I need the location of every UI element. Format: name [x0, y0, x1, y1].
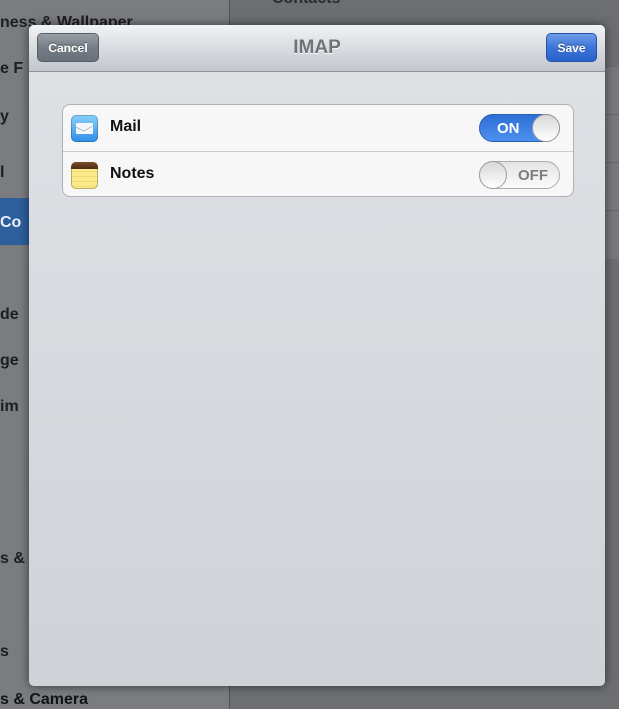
save-button[interactable]: Save — [546, 33, 597, 62]
sidebar-item-label: im — [0, 398, 19, 415]
notes-toggle[interactable]: OFF — [479, 161, 560, 189]
sidebar-item-label: Co — [0, 214, 22, 231]
sidebar-item-label: s & — [0, 550, 25, 567]
toggle-knob — [479, 161, 507, 189]
imap-modal-sheet: Cancel IMAP Save Mail ON Notes OFF — [29, 25, 605, 686]
mail-label: Mail — [110, 118, 142, 135]
notes-label: Notes — [110, 165, 155, 182]
toggle-off-text: OFF — [518, 167, 548, 184]
sidebar-item-label: s & Camera — [0, 691, 89, 708]
modal-title: IMAP — [293, 37, 341, 58]
section-header: Contacts — [272, 0, 340, 8]
sidebar-item-label: e F — [0, 60, 24, 77]
mail-icon — [71, 115, 98, 142]
sidebar-item-label: s — [0, 643, 9, 660]
mail-toggle[interactable]: ON — [479, 114, 560, 142]
mail-row: Mail ON — [63, 105, 573, 151]
toggle-knob — [532, 114, 560, 142]
account-services-group: Mail ON Notes OFF — [62, 104, 574, 197]
sidebar-item-label: ge — [0, 352, 19, 369]
notes-row: Notes OFF — [63, 151, 573, 196]
modal-navbar: Cancel IMAP Save — [29, 25, 605, 72]
sidebar-item-label: de — [0, 306, 19, 323]
sidebar-item-label: y — [0, 108, 9, 125]
sidebar-item-label: l — [0, 164, 5, 181]
notes-icon — [71, 162, 98, 189]
toggle-on-text: ON — [497, 120, 520, 137]
